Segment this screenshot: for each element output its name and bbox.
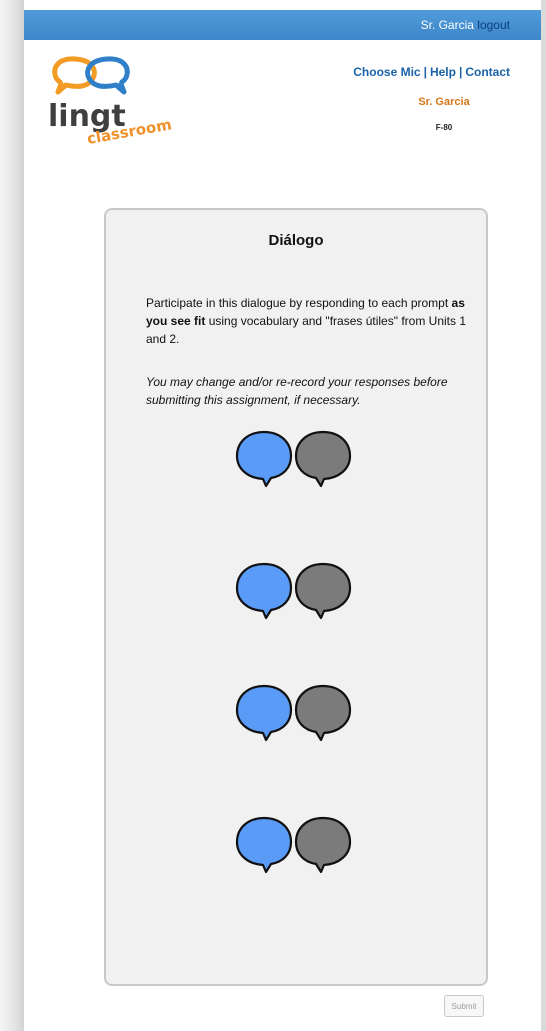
user-info: Sr. Garcia logout [421,18,510,32]
logout-link[interactable]: logout [477,18,510,32]
assignment-title: Diálogo [268,232,324,249]
dialogue-turn [234,682,354,744]
lingt-classroom-logo[interactable]: lingt classroom [46,56,178,146]
assignment-note: You may change and/or re-record your res… [146,375,448,407]
page-shadow-right [541,0,546,1031]
instructions-text: Participate in this dialogue by respondi… [146,296,452,310]
teacher-name: Sr. Garcia [418,96,470,108]
top-nav: Choose Mic | Help | Contact [353,65,510,79]
gray-speech-bubble-icon[interactable] [293,682,353,744]
nav-separator: | [423,65,427,79]
gray-speech-bubble-icon[interactable] [293,560,353,622]
user-name: Sr. Garcia [420,18,474,32]
speech-bubbles-logo-icon [52,56,130,95]
assignment-panel: Diálogo Participate in this dialogue by … [104,208,488,986]
dialogue-turn [234,814,354,876]
dialogue-turn [234,560,354,622]
blue-speech-bubble-icon[interactable] [234,428,294,490]
dialogue-turn [234,428,354,490]
contact-link[interactable]: Contact [465,65,510,79]
nav-separator: | [458,65,463,79]
blue-speech-bubble-icon[interactable] [234,682,294,744]
class-code: F-80 [435,123,453,132]
help-link[interactable]: Help [430,65,456,79]
gray-speech-bubble-icon[interactable] [293,814,353,876]
submit-button[interactable]: Submit [444,995,484,1017]
page: Sr. Garcia logout lingt classroom Choose… [24,10,541,1031]
assignment-instructions: Participate in this dialogue by respondi… [146,294,466,348]
gray-speech-bubble-icon[interactable] [293,428,353,490]
page-shadow-left [0,0,24,1031]
top-bar: Sr. Garcia logout [24,10,541,40]
choose-mic-link[interactable]: Choose Mic [353,65,420,79]
blue-speech-bubble-icon[interactable] [234,814,294,876]
blue-speech-bubble-icon[interactable] [234,560,294,622]
